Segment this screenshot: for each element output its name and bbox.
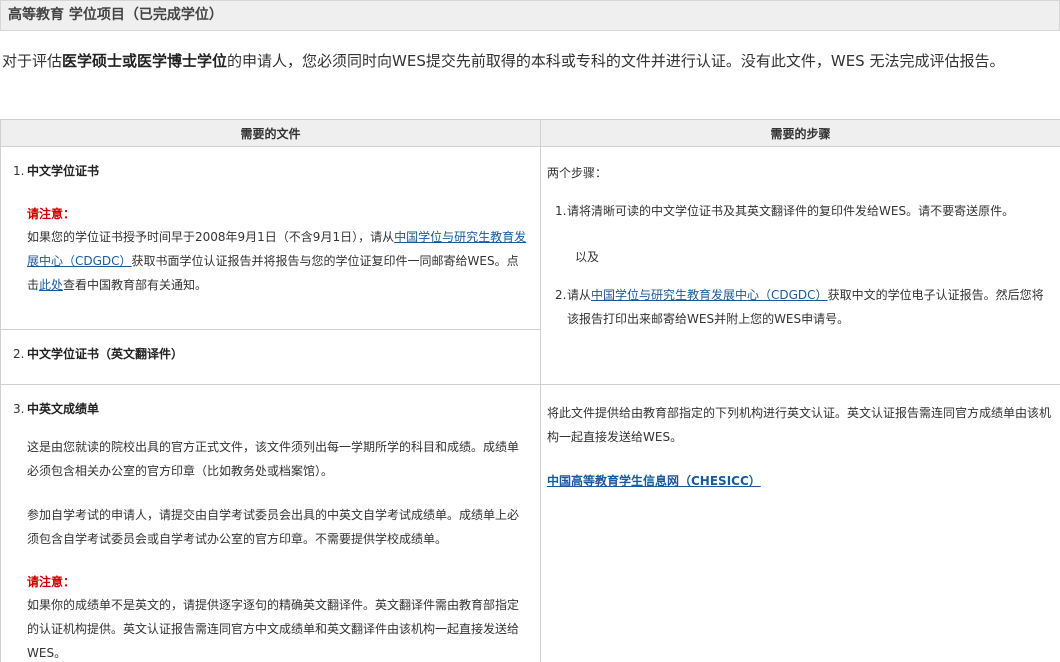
step-2-text-a: 请从: [567, 288, 592, 302]
item3-para-3: 如果你的成绩单不是英文的，请提供逐字逐句的精确英文翻译件。英文翻译件需由教育部指…: [27, 598, 520, 660]
steps-cell: 两个步骤： 1. 请将清晰可读的中文学位证书及其英文翻译件的复印件发给WES。请…: [540, 146, 1060, 385]
intro-suffix: 的申请人，您必须同时向WES提交先前取得的本科或专科的文件并进行认证。没有此文件…: [227, 52, 1005, 70]
requirements-table: 需要的文件 需要的步骤 1. 中文学位证书 请注意： 如果您的学位证书授予时间早…: [0, 119, 1060, 662]
item1-note-label: 请注意：: [27, 207, 76, 221]
item3-number: 3.: [13, 402, 25, 416]
item1-note-text: 如果您的学位证书授予时间早于2008年9月1日（不含9月1日），请从中国学位与研…: [11, 225, 530, 297]
step-1-number: 1.: [555, 204, 567, 218]
item1-number: 1.: [13, 164, 25, 178]
step-1: 1. 请将清晰可读的中文学位证书及其英文翻译件的复印件发给WES。请不要寄送原件…: [547, 199, 1053, 223]
item1-title: 1. 中文学位证书: [11, 159, 530, 183]
item3-title-text: 中英文成绩单: [27, 402, 100, 416]
header-documents: 需要的文件: [0, 119, 541, 147]
item3-note-label: 请注意：: [27, 575, 76, 589]
item3-steps-text: 将此文件提供给由教育部指定的下列机构进行英文认证。英文认证报告需连同官方成绩单由…: [547, 406, 1052, 444]
intro-paragraph: 对于评估医学硕士或医学博士学位的申请人，您必须同时向WES提交先前取得的本科或专…: [2, 49, 1052, 73]
item1-text-c: 查看中国教育部有关通知。: [63, 278, 208, 292]
step-2-number: 2.: [555, 288, 567, 302]
section-title: 高等教育 学位项目（已完成学位）: [0, 0, 1060, 31]
item3-para-2: 参加自学考试的申请人，请提交由自学考试委员会出具的中英文自学考试成绩单。成绩单上…: [27, 508, 520, 546]
moe-notice-link[interactable]: 此处: [39, 278, 63, 292]
item3-cell: 3. 中英文成绩单 这是由您就读的院校出具的官方正式文件，该文件须列出每一学期所…: [0, 384, 541, 662]
item1-cell: 1. 中文学位证书 请注意： 如果您的学位证书授予时间早于2008年9月1日（不…: [0, 146, 541, 330]
item1-title-text: 中文学位证书: [27, 164, 100, 178]
intro-bold: 医学硕士或医学博士学位: [62, 52, 228, 70]
step-2-cdgdc-link[interactable]: 中国学位与研究生教育发展中心（CDGDC）: [591, 288, 828, 302]
steps-intro: 两个步骤：: [547, 166, 608, 180]
step-1-text: 请将清晰可读的中文学位证书及其英文翻译件的复印件发给WES。请不要寄送原件。: [567, 204, 1015, 218]
item2-number: 2.: [13, 347, 25, 361]
item2-title: 2. 中文学位证书（英文翻译件）: [11, 342, 530, 366]
item3-steps-cell: 将此文件提供给由教育部指定的下列机构进行英文认证。英文认证报告需连同官方成绩单由…: [540, 384, 1060, 662]
chesicc-link[interactable]: 中国高等教育学生信息网（CHESICC）: [547, 474, 761, 488]
header-steps: 需要的步骤: [540, 119, 1060, 147]
step-2-text: 请从中国学位与研究生教育发展中心（CDGDC）获取中文的学位电子认证报告。然后您…: [567, 283, 1053, 331]
item2-cell: 2. 中文学位证书（英文翻译件）: [0, 329, 541, 385]
item3-para-1: 这是由您就读的院校出具的官方正式文件，该文件须列出每一学期所学的科目和成绩。成绩…: [27, 440, 520, 478]
intro-prefix: 对于评估: [2, 52, 63, 70]
item1-text-a: 如果您的学位证书授予时间早于2008年9月1日（不含9月1日），请从: [27, 230, 395, 244]
steps-and: 以及: [575, 250, 600, 264]
step-2: 2. 请从中国学位与研究生教育发展中心（CDGDC）获取中文的学位电子认证报告。…: [547, 283, 1053, 331]
item3-title: 3. 中英文成绩单: [11, 397, 530, 421]
item2-title-text: 中文学位证书（英文翻译件）: [27, 347, 184, 361]
